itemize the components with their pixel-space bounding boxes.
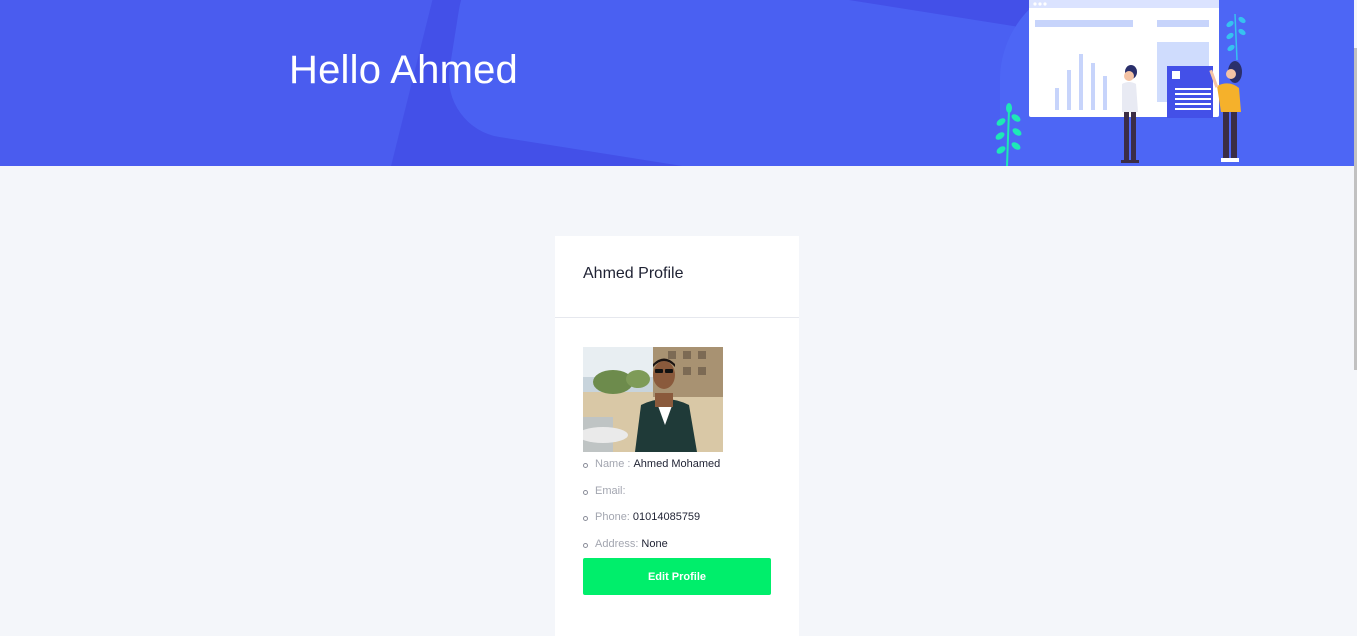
field-value: None xyxy=(641,537,668,550)
field-value: Ahmed Mohamed xyxy=(633,458,721,470)
dashboard-presentation-illustration xyxy=(995,0,1246,166)
bullet-icon xyxy=(583,463,588,468)
profile-card-title: Ahmed Profile xyxy=(583,265,684,282)
hero-banner: Hello Ahmed xyxy=(0,0,1354,166)
edit-profile-button[interactable]: Edit Profile xyxy=(583,558,771,595)
field-label: Email: xyxy=(595,484,626,497)
profile-card: Ahmed Profile Name: Ahmed Mohamed Email… xyxy=(555,236,799,636)
field-label: Name : xyxy=(595,458,631,470)
field-value: 01014085759 xyxy=(632,511,701,523)
profile-photo-image xyxy=(583,347,723,452)
profile-card-header: Ahmed Profile xyxy=(555,236,799,318)
profile-field-phone: Phone: 01014085759 xyxy=(583,510,720,537)
hero-title: Hello Ahmed xyxy=(289,48,518,92)
profile-photo xyxy=(583,347,723,452)
field-label: Address: xyxy=(595,537,639,550)
bullet-icon xyxy=(583,542,588,548)
profile-field-email: Email: xyxy=(583,484,720,511)
bullet-icon xyxy=(583,516,588,521)
profile-info-list: Name : Ahmed Mohamed Email: Phone: 01014… xyxy=(583,457,720,563)
bullet-icon xyxy=(583,489,588,495)
profile-field-name: Name : Ahmed Mohamed xyxy=(583,457,720,484)
field-label: Phone: xyxy=(595,511,630,523)
